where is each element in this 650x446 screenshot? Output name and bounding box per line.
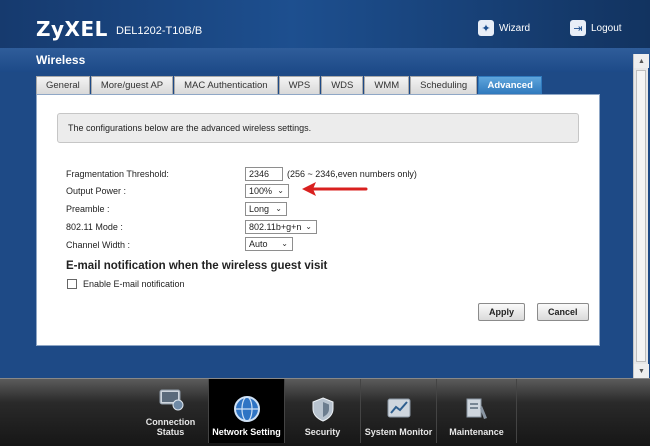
shield-icon: [309, 395, 337, 423]
nav-label: Network Setting: [212, 427, 281, 437]
tab-mac-authentication[interactable]: MAC Authentication: [174, 76, 278, 94]
nav-maintenance[interactable]: Maintenance: [437, 379, 517, 443]
mode-value: 802.11b+g+n: [249, 222, 302, 232]
tab-advanced[interactable]: Advanced: [478, 76, 543, 94]
chart-icon: [385, 395, 413, 423]
chevron-down-icon: ⌄: [275, 204, 282, 213]
chevron-down-icon: ⌄: [305, 222, 312, 231]
tab-wmm[interactable]: WMM: [364, 76, 410, 94]
email-notification-checkbox[interactable]: [67, 279, 77, 289]
preamble-label: Preamble :: [66, 204, 110, 214]
tab-wps[interactable]: WPS: [278, 76, 321, 94]
monitor-icon: [157, 385, 185, 413]
channel-width-label: Channel Width :: [66, 240, 131, 250]
title-bar: [0, 48, 650, 72]
settings-panel: The configurations below are the advance…: [36, 94, 600, 346]
tab-wds[interactable]: WDS: [321, 76, 364, 94]
channel-width-select[interactable]: Auto ⌄: [245, 237, 293, 251]
mode-label: 802.11 Mode :: [66, 222, 123, 232]
output-power-value: 100%: [249, 186, 273, 196]
nav-label: Security: [304, 427, 341, 437]
scroll-thumb[interactable]: [636, 70, 646, 362]
email-checkbox-label: Enable E-mail notification: [83, 279, 185, 289]
wizard-icon: ✦: [478, 20, 494, 36]
info-box: The configurations below are the advance…: [57, 113, 579, 143]
scroll-up-icon[interactable]: ▲: [634, 54, 649, 68]
annotation-arrow-icon: [302, 182, 368, 196]
fragmentation-input[interactable]: 2346: [245, 167, 283, 181]
fragmentation-label: Fragmentation Threshold:: [66, 169, 169, 179]
nav-label: Maintenance: [449, 427, 504, 437]
apply-button[interactable]: Apply: [478, 303, 526, 321]
mode-select[interactable]: 802.11b+g+n ⌄: [245, 220, 317, 234]
email-checkbox-row: Enable E-mail notification: [67, 279, 185, 289]
email-section-title: E-mail notification when the wireless gu…: [66, 260, 328, 272]
globe-icon: [233, 395, 261, 423]
nav-security[interactable]: Security: [285, 379, 361, 443]
bottom-nav: Connection Status Network Setting Securi…: [0, 378, 650, 446]
fragmentation-hint: (256 ~ 2346,even numbers only): [287, 169, 417, 179]
nav-label: Connection Status: [145, 417, 196, 437]
logout-label: Logout: [591, 22, 622, 34]
logout-button[interactable]: ⇥ Logout: [570, 20, 622, 36]
vertical-scrollbar[interactable]: ▲ ▼: [633, 54, 649, 378]
nav-network-setting[interactable]: Network Setting: [209, 379, 285, 443]
device-model: DEL1202-T10B/B: [116, 25, 203, 37]
tools-icon: [463, 395, 491, 423]
nav-system-monitor[interactable]: System Monitor: [361, 379, 437, 443]
tab-more-guest-ap[interactable]: More/guest AP: [90, 76, 174, 94]
channel-width-value: Auto: [249, 239, 268, 249]
chevron-down-icon: ⌄: [281, 239, 288, 248]
tab-general[interactable]: General: [36, 76, 90, 94]
nav-connection-status[interactable]: Connection Status: [133, 379, 209, 443]
wizard-button[interactable]: ✦ Wizard: [478, 20, 530, 36]
logout-icon: ⇥: [570, 20, 586, 36]
preamble-select[interactable]: Long ⌄: [245, 202, 287, 216]
tab-scheduling[interactable]: Scheduling: [410, 76, 478, 94]
brand-logo: ZyXEL: [36, 17, 108, 41]
cancel-button[interactable]: Cancel: [537, 303, 589, 321]
chevron-down-icon: ⌄: [277, 186, 284, 195]
output-power-label: Output Power :: [66, 186, 127, 196]
page-title: Wireless: [36, 53, 86, 67]
preamble-value: Long: [249, 204, 270, 214]
tab-bar: General More/guest AP MAC Authentication…: [36, 76, 543, 94]
wizard-label: Wizard: [499, 22, 531, 34]
nav-label: System Monitor: [364, 427, 433, 437]
scroll-down-icon[interactable]: ▼: [634, 364, 649, 378]
output-power-select[interactable]: 100% ⌄: [245, 184, 289, 198]
